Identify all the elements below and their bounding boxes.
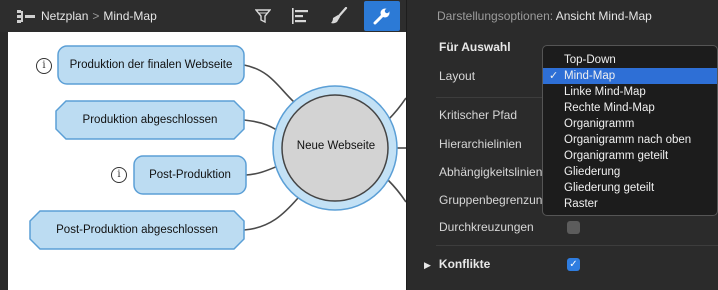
center-node-label[interactable]: Neue Webseite bbox=[278, 140, 394, 152]
gruppenbegrenzung-label: Gruppenbegrenzung bbox=[439, 193, 550, 207]
dropdown-option-rechte-mind-map[interactable]: Rechte Mind-Map bbox=[543, 100, 717, 116]
option-label: Rechte Mind-Map bbox=[564, 102, 655, 114]
node-produktion-abgeschlossen[interactable]: Produktion abgeschlossen bbox=[56, 101, 244, 139]
connector-line bbox=[387, 97, 406, 121]
section-heading: Für Auswahl bbox=[439, 40, 511, 54]
inspector-button[interactable] bbox=[364, 1, 400, 31]
panel-title: Darstellungsoptionen: Ansicht Mind-Map bbox=[437, 9, 652, 23]
toolbar: Netzplan > Mind-Map bbox=[0, 0, 406, 32]
brush-icon bbox=[331, 7, 348, 24]
option-label: Organigramm bbox=[564, 118, 635, 130]
dropdown-option-top-down[interactable]: Top-Down bbox=[543, 52, 717, 68]
connector-line bbox=[387, 179, 406, 203]
option-label: Mind-Map bbox=[564, 70, 616, 82]
dropdown-option-mind-map[interactable]: ✓ Mind-Map bbox=[543, 68, 717, 84]
disclosure-triangle-icon: ▶ bbox=[424, 260, 431, 270]
konflikte-disclosure[interactable]: ▶ Konflikte bbox=[424, 257, 490, 271]
network-plan-icon[interactable] bbox=[17, 10, 35, 23]
panel-title-prefix: Darstellungsoptionen: bbox=[437, 9, 554, 23]
node-label: Post-Produktion bbox=[149, 169, 231, 181]
node-label: Post-Produktion abgeschlossen bbox=[56, 224, 218, 236]
dropdown-option-raster[interactable]: Raster bbox=[543, 196, 717, 212]
node-produktion-finale-webseite[interactable]: Produktion der finalen Webseite bbox=[58, 46, 244, 84]
filter-icon bbox=[255, 9, 271, 24]
align-left-icon bbox=[292, 8, 308, 24]
durchkreuzungen-label: Durchkreuzungen bbox=[439, 220, 534, 234]
dropdown-option-organigramm[interactable]: Organigramm bbox=[543, 116, 717, 132]
info-icon[interactable]: i bbox=[111, 167, 127, 183]
option-label: Linke Mind-Map bbox=[564, 86, 646, 98]
breadcrumb-item-mind-map[interactable]: Mind-Map bbox=[103, 9, 156, 23]
abhaengigkeitslinien-label: Abhängigkeitslinien bbox=[439, 165, 543, 179]
wrench-icon bbox=[373, 8, 390, 25]
connector-line bbox=[243, 64, 295, 103]
info-icon[interactable]: i bbox=[36, 58, 52, 74]
connector-line bbox=[245, 165, 279, 176]
dropdown-option-linke-mind-map[interactable]: Linke Mind-Map bbox=[543, 84, 717, 100]
panel-title-value: Ansicht Mind-Map bbox=[555, 9, 652, 23]
connector-line bbox=[243, 197, 299, 231]
dropdown-option-gliederung-geteilt[interactable]: Gliederung geteilt bbox=[543, 180, 717, 196]
layout-label: Layout bbox=[439, 69, 476, 83]
breadcrumb-separator: > bbox=[92, 9, 100, 23]
kritischer-pfad-label: Kritischer Pfad bbox=[439, 108, 518, 122]
filter-button[interactable] bbox=[248, 1, 278, 31]
breadcrumb-item-netzplan[interactable]: Netzplan bbox=[41, 9, 88, 23]
hierarchielinien-label: Hierarchielinien bbox=[439, 137, 522, 151]
node-label: Produktion der finalen Webseite bbox=[69, 59, 233, 71]
mind-map-canvas[interactable]: i i Produktion der finalen Webseite Prod… bbox=[8, 32, 406, 290]
connector-line bbox=[243, 119, 281, 133]
option-label: Top-Down bbox=[564, 54, 616, 66]
node-label: Produktion abgeschlossen bbox=[82, 114, 218, 126]
dropdown-option-organigramm-geteilt[interactable]: Organigramm geteilt bbox=[543, 148, 717, 164]
option-label: Raster bbox=[564, 198, 598, 210]
option-label: Gliederung bbox=[564, 166, 621, 178]
style-button[interactable] bbox=[324, 1, 354, 31]
option-label: Gliederung geteilt bbox=[564, 182, 655, 194]
checkmark-icon: ✓ bbox=[549, 70, 559, 82]
dropdown-option-gliederung[interactable]: Gliederung bbox=[543, 164, 717, 180]
konflikte-label: Konflikte bbox=[438, 257, 491, 271]
align-button[interactable] bbox=[286, 1, 316, 31]
divider bbox=[436, 245, 718, 246]
option-label: Organigramm nach oben bbox=[564, 134, 692, 146]
node-post-produktion[interactable]: Post-Produktion bbox=[134, 156, 246, 194]
breadcrumb: Netzplan > Mind-Map bbox=[41, 9, 157, 23]
option-label: Organigramm geteilt bbox=[564, 150, 669, 162]
layout-dropdown-menu[interactable]: Top-Down ✓ Mind-Map Linke Mind-Map Rechte… bbox=[542, 45, 718, 216]
konflikte-checkbox[interactable]: ✓ bbox=[567, 258, 580, 271]
node-post-produktion-abgeschlossen[interactable]: Post-Produktion abgeschlossen bbox=[30, 211, 244, 249]
durchkreuzungen-checkbox[interactable] bbox=[567, 221, 580, 234]
dropdown-option-organigramm-nach-oben[interactable]: Organigramm nach oben bbox=[543, 132, 717, 148]
